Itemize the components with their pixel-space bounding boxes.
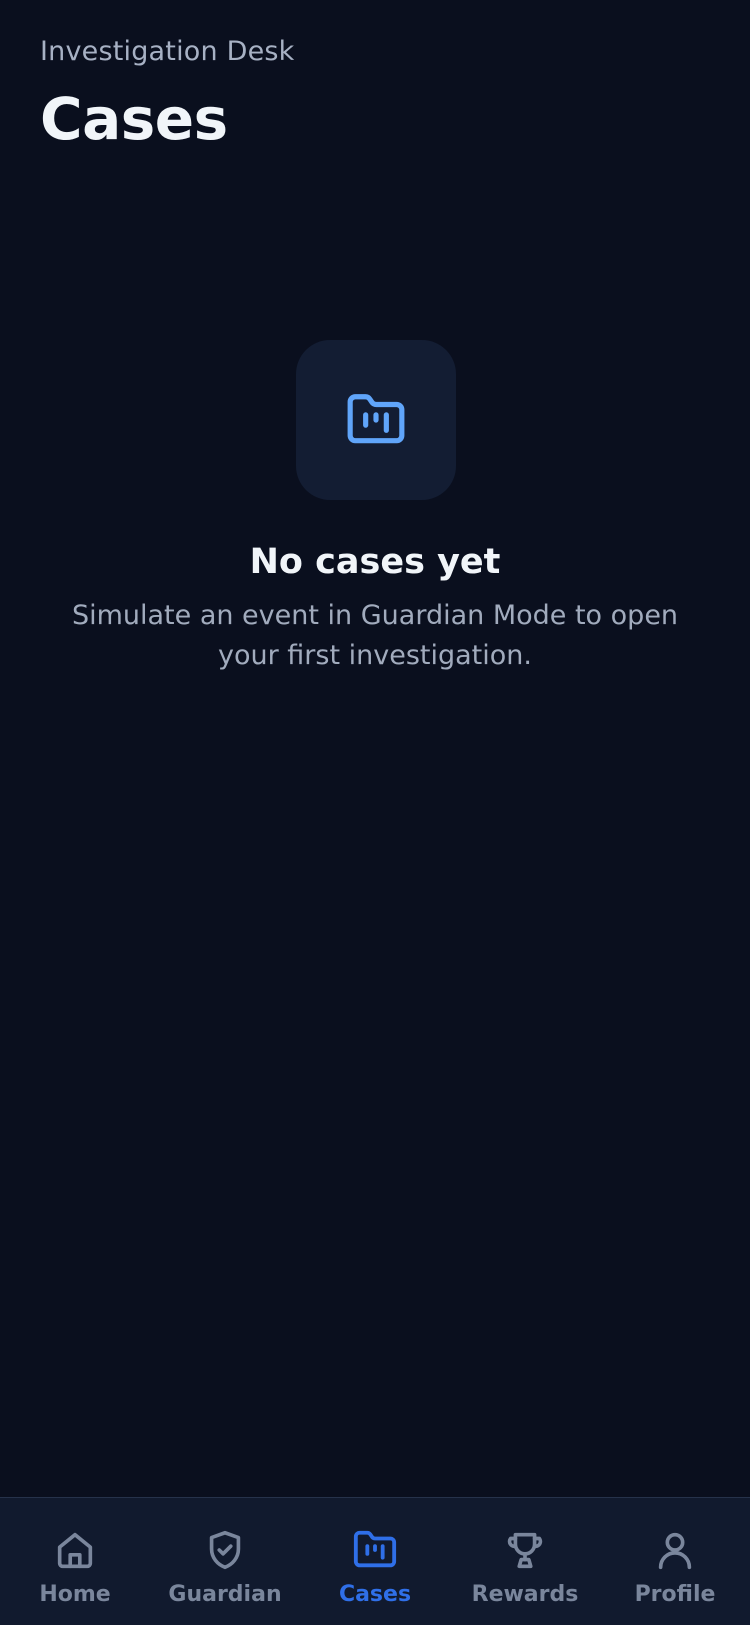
page-title: Cases [40, 85, 228, 153]
tab-profile[interactable]: Profile [600, 1498, 750, 1625]
empty-state-title: No cases yet [249, 542, 501, 582]
user-icon [651, 1526, 699, 1574]
tab-rewards-label: Rewards [471, 1582, 579, 1607]
tab-cases[interactable]: Cases [300, 1498, 450, 1625]
tab-home-label: Home [39, 1582, 111, 1607]
folder-kanban-icon [351, 1526, 399, 1574]
tab-guardian-label: Guardian [168, 1582, 282, 1607]
trophy-icon [501, 1526, 549, 1574]
tab-profile-label: Profile [634, 1582, 716, 1607]
empty-state-icon-box [296, 340, 456, 500]
tab-home[interactable]: Home [0, 1498, 150, 1625]
empty-state-description: Simulate an event in Guardian Mode to op… [71, 600, 679, 671]
home-icon [51, 1526, 99, 1574]
page-header: Investigation Desk Cases [40, 34, 295, 154]
folder-kanban-icon [347, 394, 405, 444]
shield-check-icon [201, 1526, 249, 1574]
page-subtitle: Investigation Desk [40, 36, 295, 67]
tab-guardian[interactable]: Guardian [150, 1498, 300, 1625]
tab-rewards[interactable]: Rewards [450, 1498, 600, 1625]
tab-cases-label: Cases [338, 1582, 412, 1607]
bottom-tab-bar: Home Guardian Cases Rewards Profile [0, 1497, 750, 1625]
